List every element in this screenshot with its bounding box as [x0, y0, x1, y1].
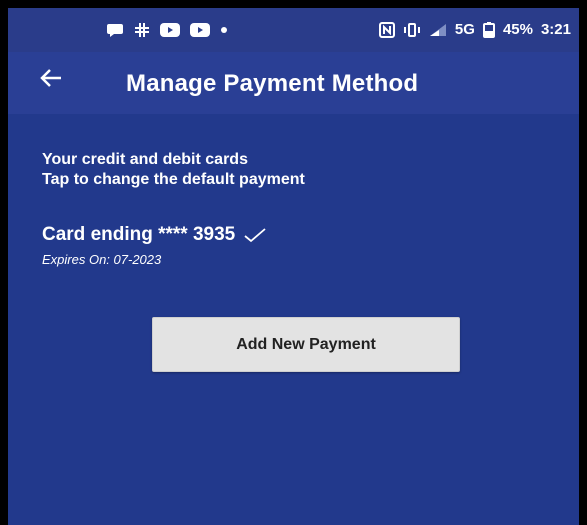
network-type: 5G [454, 21, 475, 38]
youtube-icon [160, 23, 180, 37]
clock: 3:21 [540, 21, 571, 38]
vibrate-icon [403, 22, 420, 37]
card-label: Card ending **** 3935 [42, 224, 236, 245]
nfc-icon [378, 21, 395, 38]
add-new-payment-button[interactable]: Add New Payment [152, 317, 460, 372]
youtube-icon [190, 23, 210, 37]
card-expiry: Expires On: 07-2023 [42, 252, 162, 267]
card-row: Card ending **** 3935 [42, 224, 267, 246]
slack-icon [135, 23, 149, 37]
payment-card-item[interactable]: Card ending **** 3935 Expires On: 07-202… [42, 224, 267, 267]
intro-line-1: Your credit and debit cards [42, 151, 248, 168]
status-bar: 5G 45% 3:21 [8, 8, 579, 52]
page-title: Manage Payment Method [126, 70, 419, 97]
checkmark-icon [244, 228, 266, 243]
battery-icon [482, 21, 495, 38]
app-bar: Manage Payment Method [8, 52, 579, 114]
message-icon [107, 24, 123, 37]
intro-line-2: Tap to change the default payment [42, 171, 305, 188]
arrow-left-icon [40, 69, 61, 87]
system-icons: 5G 45% 3:21 [378, 21, 571, 38]
dot-icon [221, 27, 227, 33]
intro-text: Your credit and debit cards Tap to chang… [42, 150, 305, 190]
screen: 5G 45% 3:21 Manage Payment Method Your c… [8, 8, 579, 525]
signal-icon [429, 23, 446, 36]
back-button[interactable] [38, 64, 64, 100]
notification-icons [106, 22, 228, 38]
battery-percent: 45% [502, 21, 533, 38]
